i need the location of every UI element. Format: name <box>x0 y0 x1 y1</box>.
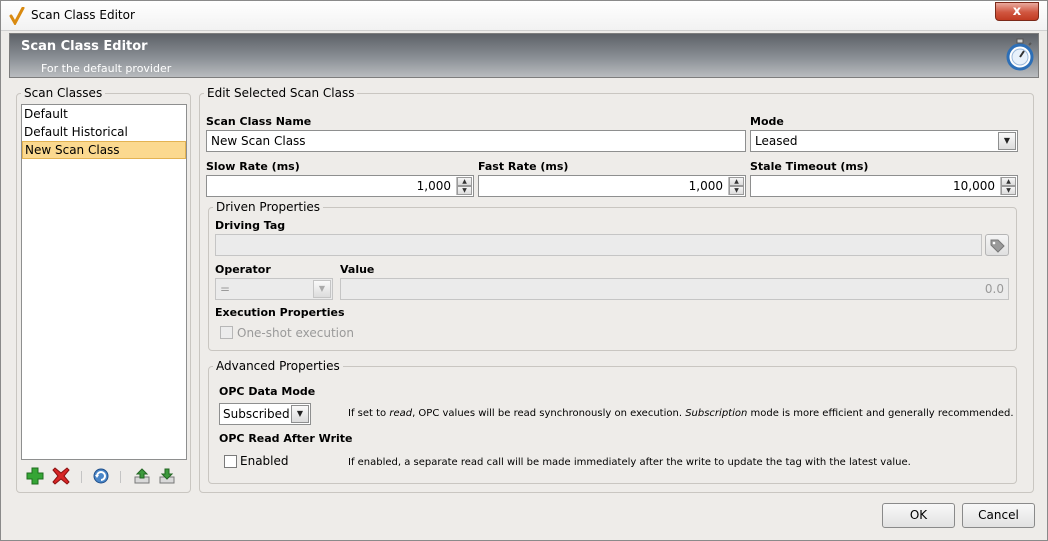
stale-timeout-label: Stale Timeout (ms) <box>750 160 869 173</box>
driving-tag-input[interactable] <box>215 234 982 256</box>
opc-data-mode-value: Subscribed <box>223 407 290 421</box>
fast-rate-input[interactable]: 1,000 ▲ ▼ <box>478 175 746 197</box>
app-check-icon <box>9 7 25 25</box>
enabled-checkbox[interactable] <box>224 455 237 468</box>
header-banner: Scan Class Editor For the default provid… <box>9 33 1039 78</box>
chevron-down-icon[interactable]: ▼ <box>291 405 309 423</box>
list-item-default[interactable]: Default <box>22 105 186 123</box>
close-icon: x <box>1012 4 1022 19</box>
operator-value: = <box>220 282 231 296</box>
mode-label: Mode <box>750 115 784 128</box>
spin-up-icon[interactable]: ▲ <box>457 177 472 186</box>
opc-data-mode-label: OPC Data Mode <box>219 385 316 398</box>
spin-up-icon[interactable]: ▲ <box>1001 177 1016 186</box>
operator-select[interactable]: = ▼ <box>215 278 333 300</box>
tag-icon <box>990 239 1005 253</box>
scan-classes-legend: Scan Classes <box>21 86 106 100</box>
stopwatch-icon <box>1006 38 1034 71</box>
export-icon[interactable] <box>133 467 151 485</box>
delete-icon[interactable] <box>52 467 70 485</box>
tag-browse-button[interactable] <box>985 234 1009 256</box>
stale-timeout-spinner[interactable]: ▲ ▼ <box>1000 177 1016 195</box>
banner-subtitle: For the default provider <box>41 62 172 75</box>
driving-tag-label: Driving Tag <box>215 219 286 232</box>
refresh-icon[interactable] <box>92 467 110 485</box>
scan-class-editor-window: Scan Class Editor x Scan Class Editor Fo… <box>0 0 1048 541</box>
execution-properties-label: Execution Properties <box>215 306 345 319</box>
window-title: Scan Class Editor <box>31 8 135 22</box>
advanced-legend: Advanced Properties <box>213 359 343 373</box>
value-value: 0.0 <box>984 282 1004 296</box>
enabled-label[interactable]: Enabled <box>240 454 289 468</box>
mode-value: Leased <box>755 134 798 148</box>
value-input[interactable]: 0.0 <box>340 278 1009 300</box>
close-button[interactable]: x <box>995 2 1039 21</box>
toolbar-divider <box>81 471 82 483</box>
spin-down-icon[interactable]: ▼ <box>457 186 472 195</box>
opc-data-mode-select[interactable]: Subscribed ▼ <box>219 403 311 425</box>
driven-legend: Driven Properties <box>213 200 324 214</box>
chevron-down-icon[interactable]: ▼ <box>313 280 331 298</box>
slow-rate-input[interactable]: 1,000 ▲ ▼ <box>206 175 474 197</box>
spin-down-icon[interactable]: ▼ <box>729 186 744 195</box>
add-icon[interactable] <box>26 467 44 485</box>
spin-up-icon[interactable]: ▲ <box>729 177 744 186</box>
oneshot-label: One-shot execution <box>237 326 354 340</box>
title-bar: Scan Class Editor x <box>1 1 1047 31</box>
ok-button[interactable]: OK <box>882 503 955 528</box>
slow-rate-spinner[interactable]: ▲ ▼ <box>456 177 472 195</box>
opc-data-mode-help: If set to read, OPC values will be read … <box>348 408 1014 419</box>
slow-rate-label: Slow Rate (ms) <box>206 160 300 173</box>
fast-rate-label: Fast Rate (ms) <box>478 160 569 173</box>
slow-rate-value: 1,000 <box>416 179 451 193</box>
fast-rate-spinner[interactable]: ▲ ▼ <box>728 177 744 195</box>
cancel-button[interactable]: Cancel <box>962 503 1035 528</box>
value-label: Value <box>340 263 375 276</box>
opc-read-after-write-label: OPC Read After Write <box>219 432 353 445</box>
list-item-new-scan-class[interactable]: New Scan Class <box>22 141 186 159</box>
list-item-default-historical[interactable]: Default Historical <box>22 123 186 141</box>
mode-select[interactable]: Leased ▼ <box>750 130 1018 152</box>
banner-title: Scan Class Editor <box>21 39 148 54</box>
oneshot-checkbox[interactable] <box>220 326 233 339</box>
stale-timeout-value: 10,000 <box>953 179 995 193</box>
operator-label: Operator <box>215 263 271 276</box>
scan-class-name-input[interactable]: New Scan Class <box>206 130 746 152</box>
chevron-down-icon[interactable]: ▼ <box>998 132 1016 150</box>
toolbar-divider <box>120 471 121 483</box>
spin-down-icon[interactable]: ▼ <box>1001 186 1016 195</box>
read-after-write-help: If enabled, a separate read call will be… <box>348 457 911 468</box>
scan-class-name-label: Scan Class Name <box>206 115 312 128</box>
import-icon[interactable] <box>158 467 176 485</box>
fast-rate-value: 1,000 <box>688 179 723 193</box>
stale-timeout-input[interactable]: 10,000 ▲ ▼ <box>750 175 1018 197</box>
edit-legend: Edit Selected Scan Class <box>204 86 358 100</box>
scan-class-list[interactable]: Default Default Historical New Scan Clas… <box>21 104 187 460</box>
